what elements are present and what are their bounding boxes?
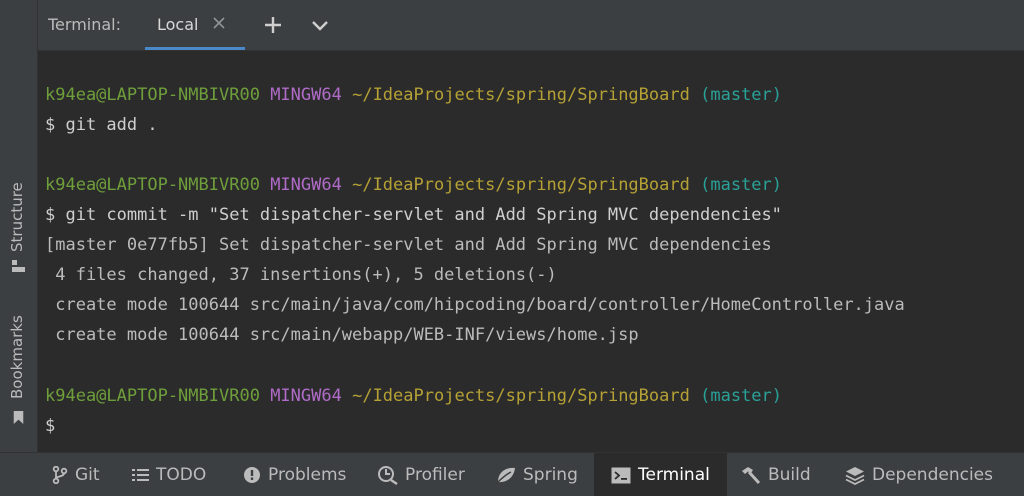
output-line: create mode 100644 src/main/java/com/hip… — [45, 295, 905, 315]
tab-local-label: Local — [157, 15, 199, 34]
toolbar-git-label: Git — [75, 465, 100, 485]
toolbar-dependencies-label: Dependencies — [872, 465, 993, 485]
side-tab-structure[interactable]: Structure — [8, 168, 30, 278]
prompt-branch: (master) — [700, 85, 782, 105]
command-line[interactable]: $ — [45, 415, 55, 437]
alert-circle-icon — [244, 467, 260, 483]
prompt-branch: (master) — [700, 175, 782, 195]
command-line: $ git add . — [45, 115, 158, 135]
ide-window: Structure Bookmarks Terminal: Local k94e… — [0, 0, 1024, 496]
side-tab-structure-label: Structure — [8, 182, 26, 252]
command-line: $ git commit -m "Set dispatcher-servlet … — [45, 205, 782, 225]
bottom-toolbar: Git TODO Problems Profiler Spring Termin… — [0, 452, 1024, 496]
output-line: 4 files changed, 37 insertions(+), 5 del… — [45, 265, 557, 285]
toolbar-terminal-label: Terminal — [638, 465, 710, 485]
terminal-icon — [611, 467, 631, 483]
toolbar-todo-label: TODO — [156, 465, 207, 485]
prompt-system: MINGW64 — [270, 85, 342, 105]
toolbar-profiler[interactable]: Profiler — [377, 453, 465, 496]
spring-leaf-icon — [497, 467, 515, 483]
prompt-path: ~/IdeaProjects/spring/SpringBoard — [352, 85, 690, 105]
left-tool-strip: Structure Bookmarks — [0, 0, 38, 452]
profiler-icon — [378, 466, 398, 485]
toolbar-terminal[interactable]: Terminal — [594, 453, 727, 496]
chevron-down-icon[interactable] — [309, 14, 331, 36]
git-branch-icon — [52, 466, 68, 484]
list-icon — [132, 469, 149, 481]
prompt-system: MINGW64 — [270, 386, 342, 406]
plus-icon[interactable] — [262, 14, 284, 36]
prompt-system: MINGW64 — [270, 175, 342, 195]
tab-local[interactable]: Local — [145, 0, 245, 50]
prompt-branch: (master) — [700, 386, 782, 406]
structure-icon — [12, 260, 25, 272]
prompt-user: k94ea@LAPTOP-NMBIVR00 — [45, 85, 260, 105]
prompt-user: k94ea@LAPTOP-NMBIVR00 — [45, 386, 260, 406]
prompt-line: k94ea@LAPTOP-NMBIVR00 MINGW64 ~/IdeaProj… — [45, 174, 782, 196]
hammer-icon — [742, 466, 761, 484]
toolbar-spring-label: Spring — [523, 465, 578, 485]
layers-icon — [845, 466, 865, 485]
side-tab-bookmarks[interactable]: Bookmarks — [8, 305, 30, 435]
toolbar-spring[interactable]: Spring — [496, 453, 578, 496]
toolbar-problems-label: Problems — [268, 465, 347, 485]
prompt-line: k94ea@LAPTOP-NMBIVR00 MINGW64 ~/IdeaProj… — [45, 385, 782, 407]
side-tab-bookmarks-label: Bookmarks — [8, 315, 26, 399]
terminal-title: Terminal: — [48, 15, 122, 34]
toolbar-profiler-label: Profiler — [405, 465, 465, 485]
close-icon[interactable] — [211, 15, 227, 31]
toolbar-dependencies[interactable]: Dependencies — [845, 453, 993, 496]
bookmark-icon — [13, 411, 24, 424]
prompt-user: k94ea@LAPTOP-NMBIVR00 — [45, 175, 260, 195]
toolbar-todo[interactable]: TODO — [132, 453, 206, 496]
toolbar-git[interactable]: Git — [52, 453, 100, 496]
terminal-tabbar: Terminal: Local — [38, 0, 1024, 51]
prompt-path: ~/IdeaProjects/spring/SpringBoard — [352, 386, 690, 406]
output-line: [master 0e77fb5] Set dispatcher-servlet … — [45, 235, 772, 255]
prompt-line: k94ea@LAPTOP-NMBIVR00 MINGW64 ~/IdeaProj… — [45, 84, 782, 106]
toolbar-build[interactable]: Build — [740, 453, 811, 496]
output-line: create mode 100644 src/main/webapp/WEB-I… — [45, 325, 639, 345]
toolbar-problems[interactable]: Problems — [243, 453, 346, 496]
prompt-path: ~/IdeaProjects/spring/SpringBoard — [352, 175, 690, 195]
toolbar-build-label: Build — [768, 465, 811, 485]
